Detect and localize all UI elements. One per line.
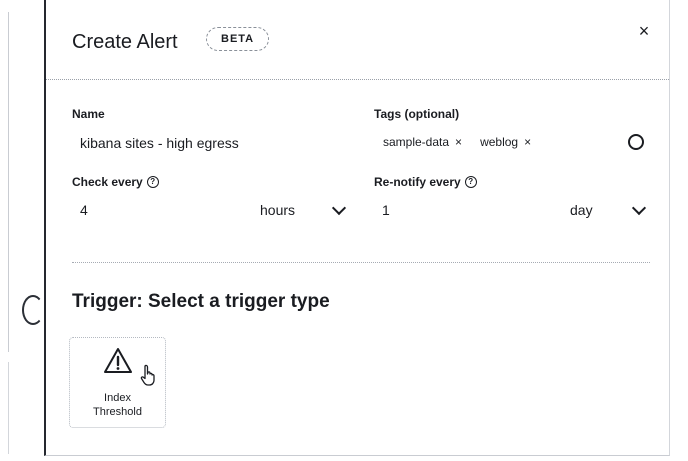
renotify-interval-input[interactable] <box>382 201 532 219</box>
check-every-label: Check every ? <box>72 175 159 189</box>
tag-label: sample-data <box>383 135 450 149</box>
background-edge <box>8 362 9 454</box>
tags-label: Tags (optional) <box>374 107 460 121</box>
flyout-header: Create Alert BETA × <box>46 0 669 80</box>
pointer-cursor-icon <box>140 364 155 386</box>
background-fragment <box>22 295 44 325</box>
select-value: day <box>570 202 593 218</box>
check-interval-input[interactable] <box>80 201 230 219</box>
tags-combobox[interactable]: sample-data × weblog × <box>383 128 653 156</box>
tag-remove-icon[interactable]: × <box>455 135 462 149</box>
chevron-down-icon <box>631 200 647 215</box>
renotify-every-label: Re-notify every ? <box>374 175 477 189</box>
flyout-title: Create Alert <box>72 31 178 53</box>
chevron-down-icon <box>331 200 347 215</box>
screen: Create Alert BETA × Name Tags (optional)… <box>0 0 688 461</box>
tag-pill: sample-data × <box>383 135 462 149</box>
section-divider <box>72 262 650 263</box>
close-button[interactable]: × <box>633 20 655 42</box>
name-label: Name <box>72 107 105 121</box>
check-interval-unit-select[interactable]: hours <box>260 200 347 219</box>
trigger-section-title: Trigger: Select a trigger type <box>72 291 330 312</box>
help-icon[interactable]: ? <box>146 176 159 188</box>
background-edge <box>8 12 9 352</box>
renotify-interval-unit-select[interactable]: day <box>570 200 647 219</box>
close-icon: × <box>638 21 650 41</box>
tag-remove-icon[interactable]: × <box>524 135 531 149</box>
tag-label: weblog <box>480 135 519 149</box>
beta-badge: BETA <box>206 27 270 51</box>
select-value: hours <box>260 202 296 218</box>
name-input[interactable] <box>80 134 350 152</box>
create-alert-flyout: Create Alert BETA × Name Tags (optional)… <box>44 0 670 456</box>
help-icon[interactable]: ? <box>464 176 477 188</box>
trigger-type-label: Index Threshold <box>93 392 142 418</box>
tag-pill: weblog × <box>480 135 531 149</box>
warning-icon <box>104 348 132 373</box>
clear-tags-icon[interactable] <box>628 134 644 150</box>
